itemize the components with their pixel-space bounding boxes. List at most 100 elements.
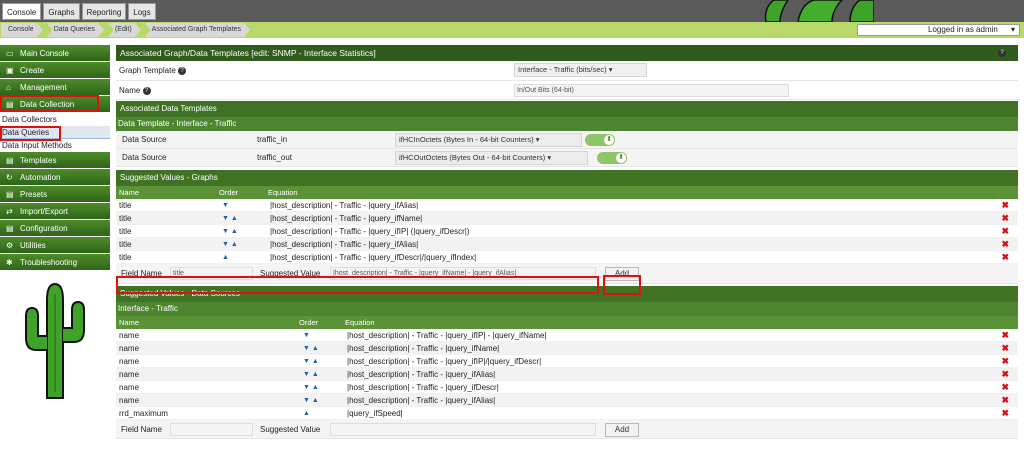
row-order[interactable]: ▼ ▲ xyxy=(303,355,319,368)
row-order[interactable]: ▼ xyxy=(303,329,310,342)
sidebar-item-utilities[interactable]: ⚙ Utilities xyxy=(0,237,110,254)
page-title-bar: Associated Graph/Data Templates [edit: S… xyxy=(116,45,1018,61)
sidebar-item-label: Presets xyxy=(20,190,48,199)
chevron-down-icon: ▾ xyxy=(608,65,613,74)
row-order[interactable]: ▲ xyxy=(222,251,229,264)
data-source-value: ifHCOutOctets (Bytes Out - 64-bit Counte… xyxy=(399,153,546,162)
tab-console[interactable]: Console xyxy=(2,3,42,20)
delete-icon[interactable]: ✖ xyxy=(1001,355,1009,368)
breadcrumb-console[interactable]: Console xyxy=(1,23,43,37)
tab-logs[interactable]: Logs xyxy=(128,3,156,20)
delete-icon[interactable]: ✖ xyxy=(1001,251,1009,264)
row-order[interactable]: ▼ xyxy=(222,199,229,212)
sidebar-item-automation[interactable]: ↻ Automation xyxy=(0,169,110,186)
row-equation: |host_description| - Traffic - |query_if… xyxy=(270,201,419,210)
row-order[interactable]: ▼ ▲ xyxy=(303,368,319,381)
field-name-input[interactable] xyxy=(170,423,253,436)
row-name: name xyxy=(119,331,140,340)
login-text: Logged in as admin xyxy=(928,25,998,34)
sidebar-item-label: Management xyxy=(20,83,67,92)
sidebar-item-label: Create xyxy=(20,66,45,75)
breadcrumb-edit[interactable]: (Edit) xyxy=(108,23,141,37)
row-name: name xyxy=(119,383,140,392)
column-name: Name xyxy=(119,188,140,197)
table-row: title ▼ ▲ |host_description| - Traffic - |… xyxy=(116,238,1018,251)
home-icon: ⌂ xyxy=(6,83,11,92)
delete-icon[interactable]: ✖ xyxy=(1001,381,1009,394)
sidebar-item-create[interactable]: ▣ Create xyxy=(0,62,110,79)
sidebar-item-main-console[interactable]: ▭ Main Console xyxy=(0,45,110,62)
delete-icon[interactable]: ✖ xyxy=(1001,342,1009,355)
sidebar-item-label: Utilities xyxy=(20,241,46,250)
name-input[interactable]: In/Out Bits (64-bit) xyxy=(514,84,789,97)
row-order[interactable]: ▼ ▲ xyxy=(303,342,319,355)
gear-icon: ⚙ xyxy=(6,241,14,250)
name-row: Name ? In/Out Bits (64-bit) xyxy=(116,81,1018,100)
graph-template-select[interactable]: Interface - Traffic (bits/sec) ▾ xyxy=(514,63,647,77)
help-icon[interactable]: ? xyxy=(142,86,151,95)
sidebar-item-label: Main Console xyxy=(20,49,69,58)
tab-reporting[interactable]: Reporting xyxy=(81,3,127,20)
row-name: title xyxy=(119,253,132,262)
sidebar-subitem-data-collectors[interactable]: Data Collectors xyxy=(0,113,110,126)
help-icon[interactable]: ? xyxy=(998,49,1006,57)
table-row: name ▼ ▲ |host_description| - Traffic - |q… xyxy=(116,355,1018,368)
main-tabs: Console Graphs Reporting Logs xyxy=(2,3,156,20)
row-equation: |host_description| - Traffic - |query_if… xyxy=(270,240,419,249)
delete-icon[interactable]: ✖ xyxy=(1001,199,1009,212)
row-order[interactable]: ▼ ▲ xyxy=(222,212,238,225)
graphs-column-header: Name Order Equation xyxy=(116,186,1018,199)
sidebar-item-troubleshooting[interactable]: ✱ Troubleshooting xyxy=(0,254,110,271)
row-order[interactable]: ▲ xyxy=(303,407,310,420)
suggested-values-graphs-header: Suggested Values - Graphs xyxy=(116,170,1018,186)
table-row: rrd_maximum ▲ |query_ifSpeed| ✖ xyxy=(116,407,1018,420)
page-title: Associated Graph/Data Templates [edit: S… xyxy=(120,48,376,58)
row-equation: |host_description| - Traffic - |query_if… xyxy=(347,331,547,340)
highlight-add-button xyxy=(603,275,641,295)
bug-icon: ✱ xyxy=(6,258,13,267)
help-icon[interactable]: ? xyxy=(178,66,187,75)
name-label: Name xyxy=(119,86,141,95)
create-icon: ▣ xyxy=(6,66,14,75)
data-source-label: Data Source xyxy=(122,135,167,144)
row-name: title xyxy=(119,240,132,249)
sidebar-item-templates[interactable]: ▤ Templates xyxy=(0,152,110,169)
delete-icon[interactable]: ✖ xyxy=(1001,238,1009,251)
delete-icon[interactable]: ✖ xyxy=(1001,212,1009,225)
field-name-label: Field Name xyxy=(121,425,162,434)
user-menu[interactable]: Logged in as admin ▾ xyxy=(857,24,1020,36)
breadcrumb: Console Data Queries (Edit) Associated G… xyxy=(1,23,254,37)
delete-icon[interactable]: ✖ xyxy=(1001,329,1009,342)
row-order[interactable]: ▼ ▲ xyxy=(303,394,319,407)
table-row: title ▼ |host_description| - Traffic - |qu… xyxy=(116,199,1018,212)
cactus-logo xyxy=(25,282,85,399)
suggested-value-input[interactable] xyxy=(330,423,596,436)
delete-icon[interactable]: ✖ xyxy=(1001,407,1009,420)
tab-graphs[interactable]: Graphs xyxy=(43,3,80,20)
sidebar-item-management[interactable]: ⌂ Management xyxy=(0,79,110,96)
row-order[interactable]: ▼ ▲ xyxy=(303,381,319,394)
graph-template-label: Graph Template xyxy=(119,66,176,75)
row-name: name xyxy=(119,370,140,379)
data-source-toggle[interactable]: ⬆ xyxy=(597,152,627,164)
row-order[interactable]: ▼ ▲ xyxy=(222,238,238,251)
add-button[interactable]: Add xyxy=(605,423,639,437)
presets-icon: ▤ xyxy=(6,190,14,199)
ds-template-header: Interface - Traffic xyxy=(116,302,1018,316)
data-source-label: Data Source xyxy=(122,153,167,162)
breadcrumb-data-queries[interactable]: Data Queries xyxy=(47,23,104,37)
delete-icon[interactable]: ✖ xyxy=(1001,368,1009,381)
row-order[interactable]: ▼ ▲ xyxy=(222,225,238,238)
data-source-select[interactable]: ifHCOutOctets (Bytes Out - 64-bit Counte… xyxy=(395,151,588,165)
sidebar-item-import-export[interactable]: ⇄ Import/Export xyxy=(0,203,110,220)
sidebar-item-presets[interactable]: ▤ Presets xyxy=(0,186,110,203)
data-source-toggle[interactable]: ⬆ xyxy=(585,134,615,146)
data-source-select[interactable]: ifHCInOctets (Bytes In - 64-bit Counters… xyxy=(395,133,582,147)
refresh-icon: ↻ xyxy=(6,173,13,182)
delete-icon[interactable]: ✖ xyxy=(1001,225,1009,238)
sidebar-item-label: Import/Export xyxy=(20,207,69,216)
cactus-logo-banner xyxy=(764,0,874,22)
exchange-icon: ⇄ xyxy=(6,207,13,216)
sidebar-item-configuration[interactable]: ▤ Configuration xyxy=(0,220,110,237)
delete-icon[interactable]: ✖ xyxy=(1001,394,1009,407)
